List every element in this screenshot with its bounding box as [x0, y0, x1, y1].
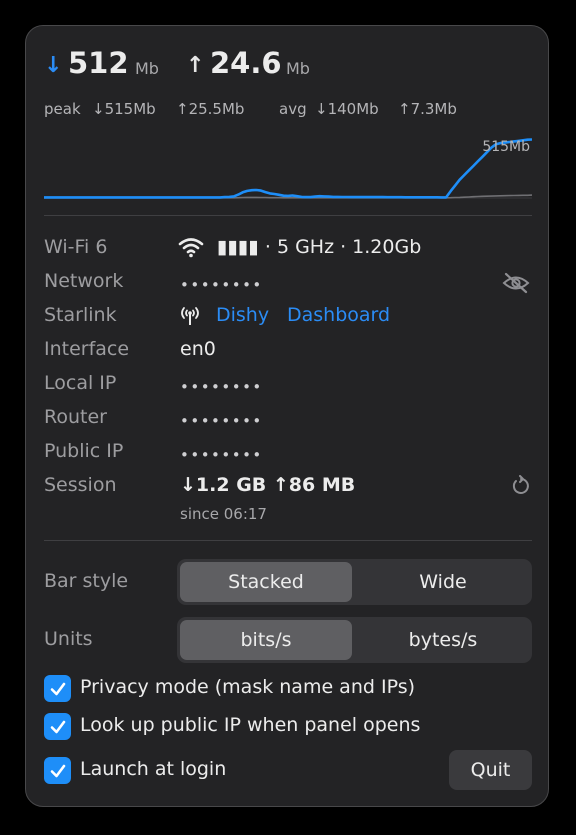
- lookup-public-ip-label[interactable]: Look up public IP when panel opens: [80, 714, 420, 736]
- public-ip-value: ••••••••: [180, 446, 263, 464]
- units-segmented-control: bits/s bytes/s: [177, 617, 532, 663]
- download-speed-unit: Mb: [135, 59, 159, 78]
- network-value: ••••••••: [180, 276, 263, 294]
- session-label: Session: [44, 474, 117, 496]
- dashboard-link[interactable]: Dashboard: [287, 304, 390, 326]
- upload-speed-unit: Mb: [286, 59, 310, 78]
- session-since: since 06:17: [180, 505, 267, 523]
- bar-style-wide-option[interactable]: Wide: [357, 562, 529, 602]
- interface-label: Interface: [44, 338, 130, 360]
- avg-down-value: ↓140Mb: [315, 100, 379, 118]
- checkmark-icon: [50, 682, 65, 695]
- quit-button[interactable]: Quit: [449, 750, 532, 790]
- peak-label: peak: [44, 100, 81, 118]
- download-series-line: [44, 138, 532, 199]
- privacy-mode-label[interactable]: Privacy mode (mask name and IPs): [80, 676, 415, 698]
- local-ip-value: ••••••••: [180, 378, 263, 396]
- eye-slash-icon[interactable]: [501, 272, 531, 298]
- divider: [44, 540, 532, 541]
- reset-icon[interactable]: [510, 475, 532, 501]
- upload-speed-value: 24.6: [210, 46, 282, 80]
- download-speed-value: 512: [68, 46, 129, 80]
- lookup-public-ip-checkbox[interactable]: [44, 713, 71, 740]
- network-label: Network: [44, 270, 124, 292]
- upload-arrow-icon: ↑: [186, 53, 205, 78]
- checkmark-icon: [50, 764, 65, 777]
- download-arrow-icon: ↓: [44, 53, 63, 78]
- units-bits-option[interactable]: bits/s: [180, 620, 352, 660]
- chart-peak-annotation: 515Mb: [482, 139, 530, 155]
- interface-value: en0: [180, 338, 216, 360]
- router-value: ••••••••: [180, 412, 263, 430]
- router-label: Router: [44, 406, 107, 428]
- avg-label: avg: [279, 100, 307, 118]
- bar-style-label: Bar style: [44, 570, 129, 592]
- checkmark-icon: [50, 720, 65, 733]
- bar-style-stacked-option[interactable]: Stacked: [180, 562, 352, 602]
- units-bytes-option[interactable]: bytes/s: [357, 620, 529, 660]
- wifi-icon: [178, 236, 204, 262]
- starlink-label: Starlink: [44, 304, 117, 326]
- privacy-mode-checkbox[interactable]: [44, 675, 71, 702]
- launch-at-login-checkbox[interactable]: [44, 757, 71, 784]
- units-label: Units: [44, 628, 93, 650]
- divider: [44, 215, 532, 216]
- wifi-label: Wi-Fi 6: [44, 236, 108, 258]
- local-ip-label: Local IP: [44, 372, 117, 394]
- antenna-icon: [178, 305, 202, 331]
- public-ip-label: Public IP: [44, 440, 124, 462]
- avg-up-value: ↑7.3Mb: [398, 100, 457, 118]
- dishy-link[interactable]: Dishy: [216, 304, 269, 326]
- peak-up-value: ↑25.5Mb: [176, 100, 245, 118]
- session-value: ↓1.2 GB ↑86 MB: [180, 474, 356, 496]
- wifi-details: ▮▮▮▮ · 5 GHz · 1.20Gb: [217, 236, 422, 258]
- throughput-chart: 515Mb: [44, 138, 532, 199]
- bar-style-segmented-control: Stacked Wide: [177, 559, 532, 605]
- launch-at-login-label[interactable]: Launch at login: [80, 758, 226, 780]
- peak-down-value: ↓515Mb: [92, 100, 156, 118]
